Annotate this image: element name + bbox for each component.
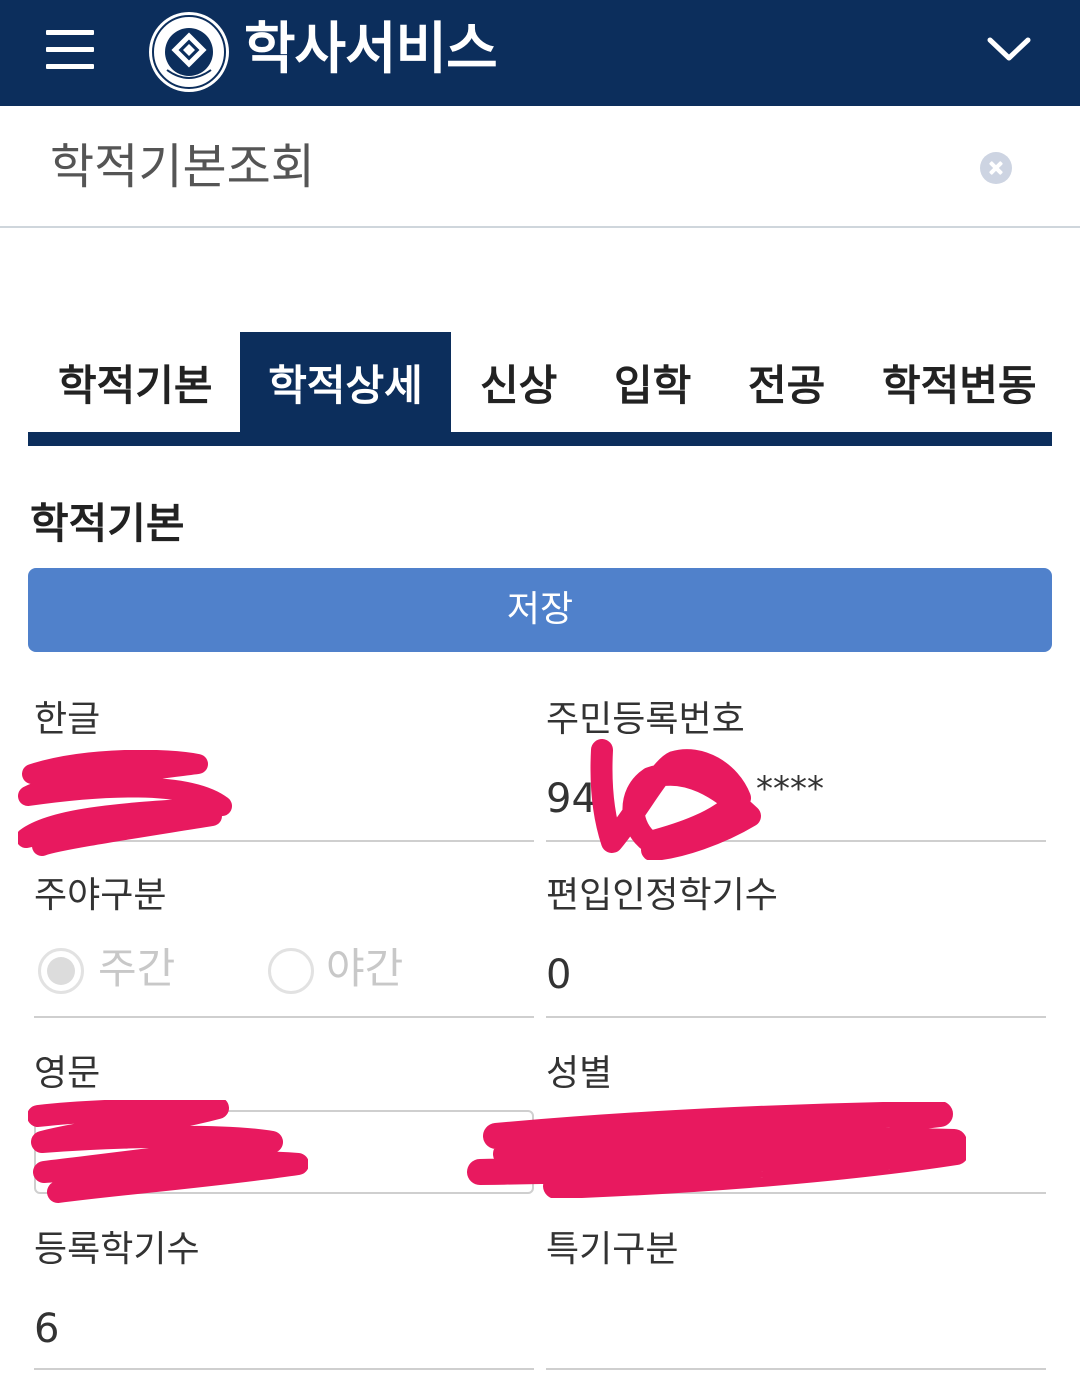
transfer-terms-underline	[546, 1016, 1046, 1018]
registered-terms-underline	[34, 1368, 534, 1370]
english-name-label: 영문	[34, 1053, 101, 1094]
english-name-input[interactable]	[34, 1110, 534, 1194]
registered-terms-label: 등록학기수	[34, 1229, 200, 1270]
radio-day-label[interactable]: 주간	[98, 942, 175, 996]
tab-status-change[interactable]: 학적변동	[882, 332, 1037, 434]
resident-number-label: 주민등록번호	[546, 699, 745, 740]
tab-major[interactable]: 전공	[748, 332, 825, 434]
korean-name-underline	[34, 840, 534, 842]
transfer-terms-value: 0	[546, 952, 572, 998]
resident-number-suffix: ****	[756, 769, 824, 809]
resident-number-underline	[546, 840, 1046, 842]
korean-name-label: 한글	[34, 699, 101, 740]
gender-underline	[546, 1192, 1046, 1194]
transfer-terms-label: 편입인정학기수	[546, 875, 778, 916]
redaction-scribble	[18, 750, 232, 856]
resident-number-prefix: 94	[546, 776, 597, 822]
app-title: 학사서비스	[244, 17, 498, 82]
redaction-scribble	[467, 1102, 966, 1198]
day-night-label: 주야구분	[34, 875, 167, 916]
tab-admission[interactable]: 입학	[614, 332, 691, 434]
tab-academic-basic[interactable]: 학적기본	[58, 332, 213, 434]
radio-day[interactable]	[38, 948, 84, 994]
university-logo	[149, 12, 229, 92]
radio-night[interactable]	[268, 948, 314, 994]
chevron-down-icon[interactable]	[986, 34, 1032, 64]
tab-bar: 학적기본 학적상세 신상 입학 전공 학적변동	[28, 332, 1052, 434]
hamburger-menu-icon[interactable]	[46, 30, 96, 72]
page-title: 학적기본조회	[50, 139, 315, 195]
registered-terms-value: 6	[34, 1306, 60, 1352]
section-title: 학적기본	[30, 499, 185, 548]
tab-underline	[28, 432, 1052, 446]
close-icon[interactable]	[980, 152, 1012, 184]
gender-label: 성별	[546, 1053, 613, 1094]
tab-academic-detail[interactable]: 학적상세	[240, 332, 451, 434]
page-title-bar: 학적기본조회	[0, 106, 1080, 228]
tab-personal[interactable]: 신상	[480, 332, 557, 434]
day-night-underline	[34, 1016, 534, 1018]
app-header: 학사서비스	[0, 0, 1080, 106]
special-category-underline	[546, 1368, 1046, 1370]
radio-night-label[interactable]: 야간	[326, 942, 403, 996]
special-category-label: 특기구분	[546, 1229, 679, 1270]
save-button[interactable]: 저장	[28, 568, 1052, 652]
